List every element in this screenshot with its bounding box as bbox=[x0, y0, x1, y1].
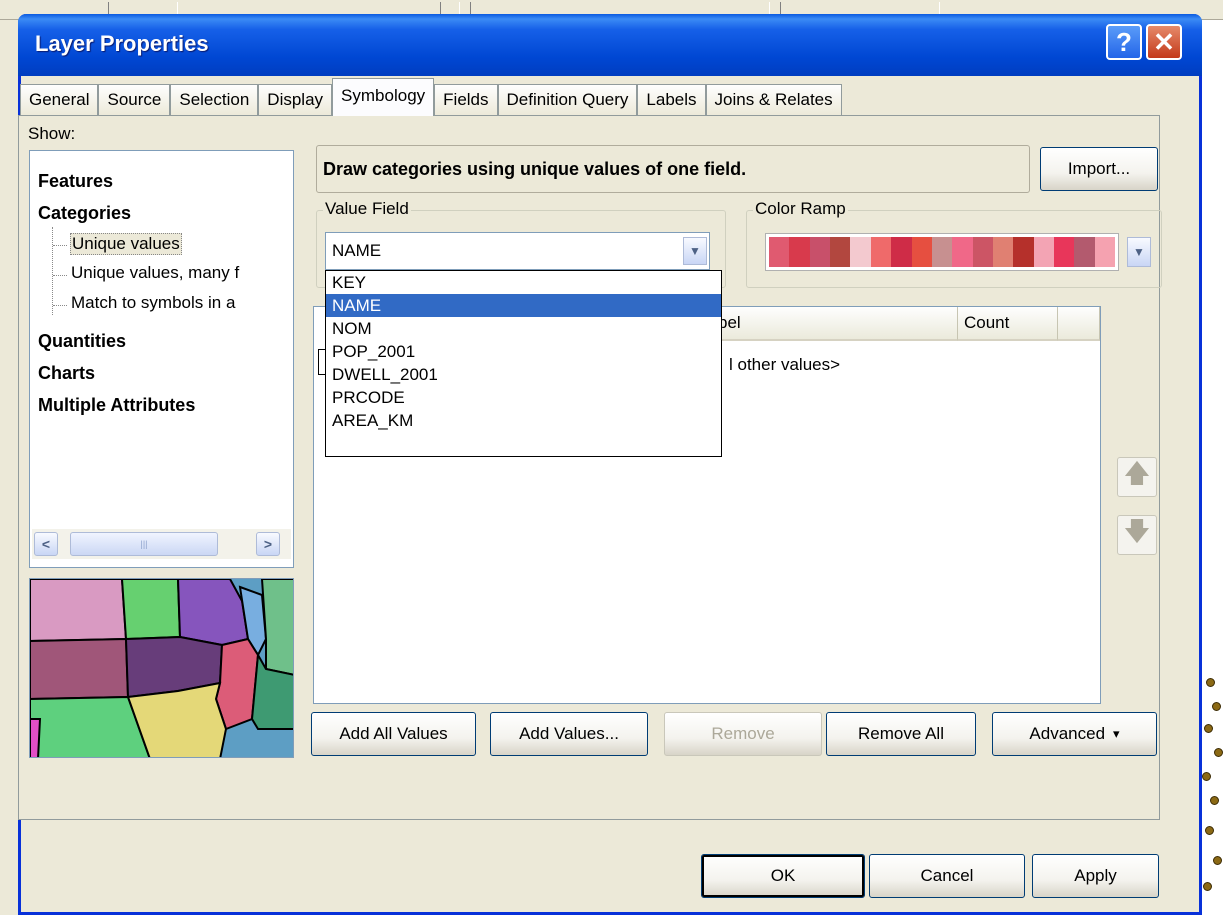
tab-selection[interactable]: Selection bbox=[170, 84, 259, 116]
dropdown-option[interactable]: DWELL_2001 bbox=[326, 363, 721, 386]
color-ramp-select[interactable]: ▼ bbox=[757, 227, 1155, 277]
window-title: Layer Properties bbox=[35, 31, 209, 56]
help-icon: ? bbox=[1116, 26, 1132, 57]
tree-connector bbox=[53, 275, 67, 276]
arrow-up-icon: 🡅 bbox=[1123, 458, 1151, 488]
chevron-down-icon: ▼ bbox=[689, 244, 701, 258]
description-text: Draw categories using unique values of o… bbox=[323, 159, 747, 179]
tree-connector bbox=[53, 245, 67, 246]
add-values-button[interactable]: Add Values... bbox=[490, 712, 648, 756]
value-field-dropdown-button[interactable]: ▼ bbox=[683, 237, 707, 265]
color-ramp-swatch bbox=[789, 237, 810, 267]
dropdown-option[interactable]: AREA_KM bbox=[326, 409, 721, 432]
tree-item-multiple-attributes[interactable]: Multiple Attributes bbox=[38, 395, 195, 416]
dropdown-option[interactable]: KEY bbox=[326, 271, 721, 294]
tree-item-features[interactable]: Features bbox=[38, 171, 113, 192]
help-button[interactable]: ? bbox=[1106, 24, 1142, 60]
color-ramp-swatch bbox=[870, 237, 892, 267]
chevron-left-icon: < bbox=[41, 536, 51, 552]
color-ramp-swatch bbox=[1074, 237, 1095, 267]
grip-icon: ||| bbox=[140, 539, 148, 549]
tab-symbology[interactable]: Symbology bbox=[332, 78, 435, 116]
chevron-down-icon: ▼ bbox=[1133, 245, 1145, 259]
color-ramp-swatch bbox=[1094, 237, 1116, 267]
tree-item-unique-values[interactable]: Unique values bbox=[70, 233, 182, 255]
color-ramp-swatches bbox=[765, 233, 1119, 271]
color-ramp-swatch bbox=[830, 237, 851, 267]
color-ramp-swatch bbox=[952, 237, 973, 267]
color-ramp-swatch bbox=[809, 237, 831, 267]
tab-joins-relates[interactable]: Joins & Relates bbox=[705, 84, 842, 116]
color-ramp-swatch bbox=[911, 237, 932, 267]
color-ramp-swatch bbox=[891, 237, 912, 267]
remove-button[interactable]: Remove bbox=[664, 712, 822, 756]
tree-item-charts[interactable]: Charts bbox=[38, 363, 95, 384]
advanced-label: Advanced bbox=[1029, 724, 1106, 743]
dropdown-option[interactable]: NAME bbox=[326, 294, 721, 317]
title-bar[interactable]: Layer Properties ? ✕ bbox=[18, 14, 1202, 76]
tree-connector bbox=[52, 227, 53, 315]
tab-display[interactable]: Display bbox=[258, 84, 333, 116]
tree-item-match-symbols[interactable]: Match to symbols in a bbox=[71, 293, 235, 313]
scroll-right-button[interactable]: > bbox=[256, 532, 280, 556]
move-down-button[interactable]: 🡇 bbox=[1117, 515, 1157, 555]
arrow-down-icon: 🡇 bbox=[1123, 516, 1151, 546]
color-ramp-label: Color Ramp bbox=[753, 199, 848, 219]
preview-map-image bbox=[30, 579, 293, 757]
cancel-button[interactable]: Cancel bbox=[869, 854, 1025, 898]
dropdown-option[interactable]: NOM bbox=[326, 317, 721, 340]
tree-item-unique-values-many[interactable]: Unique values, many f bbox=[71, 263, 239, 283]
close-button[interactable]: ✕ bbox=[1146, 24, 1182, 60]
show-tree: Features Categories Unique values Unique… bbox=[29, 150, 294, 568]
dropdown-option[interactable]: PRCODE bbox=[326, 386, 721, 409]
value-field-dropdown-list: KEY NAME NOM POP_2001 DWELL_2001 PRCODE AREA_K… bbox=[325, 270, 722, 457]
ok-button[interactable]: OK bbox=[701, 854, 865, 898]
show-label: Show: bbox=[28, 124, 76, 143]
dropdown-option[interactable]: POP_2001 bbox=[326, 340, 721, 363]
value-field-label: Value Field bbox=[323, 199, 411, 219]
chevron-right-icon: > bbox=[263, 536, 273, 552]
value-field-select[interactable]: NAME ▼ bbox=[325, 232, 710, 270]
move-up-button[interactable]: 🡅 bbox=[1117, 457, 1157, 497]
add-all-values-button[interactable]: Add All Values bbox=[311, 712, 476, 756]
color-ramp-swatch bbox=[972, 237, 993, 267]
list-item[interactable]: l other values> bbox=[729, 355, 840, 375]
symbology-preview-map bbox=[29, 578, 294, 758]
color-ramp-swatch bbox=[931, 237, 953, 267]
tab-fields[interactable]: Fields bbox=[434, 84, 498, 116]
import-button[interactable]: Import... bbox=[1040, 147, 1158, 191]
tab-labels[interactable]: Labels bbox=[637, 84, 706, 116]
tree-connector bbox=[53, 305, 67, 306]
tree-horizontal-scrollbar[interactable]: < ||| > bbox=[32, 529, 291, 559]
background-map-edge bbox=[1200, 660, 1223, 915]
column-header-count[interactable]: Count bbox=[958, 307, 1058, 341]
dropdown-arrow-icon: ▾ bbox=[1113, 726, 1120, 741]
color-ramp-dropdown-button[interactable]: ▼ bbox=[1127, 237, 1151, 267]
color-ramp-swatch bbox=[992, 237, 1014, 267]
color-ramp-swatch bbox=[1013, 237, 1034, 267]
advanced-button[interactable]: Advanced ▾ bbox=[992, 712, 1157, 756]
column-header-label[interactable]: bel bbox=[712, 307, 958, 341]
value-field-selected: NAME bbox=[332, 241, 382, 260]
apply-button[interactable]: Apply bbox=[1032, 854, 1159, 898]
scroll-thumb[interactable]: ||| bbox=[70, 532, 218, 556]
column-header-filler bbox=[1058, 307, 1100, 341]
tree-item-quantities[interactable]: Quantities bbox=[38, 331, 126, 352]
tree-item-categories[interactable]: Categories bbox=[38, 203, 131, 224]
remove-all-button[interactable]: Remove All bbox=[826, 712, 976, 756]
color-ramp-swatch bbox=[850, 237, 871, 267]
close-icon: ✕ bbox=[1153, 26, 1175, 57]
color-ramp-swatch bbox=[769, 237, 790, 267]
scroll-left-button[interactable]: < bbox=[34, 532, 58, 556]
tab-general[interactable]: General bbox=[20, 84, 99, 116]
tab-definition-query[interactable]: Definition Query bbox=[497, 84, 638, 116]
tab-strip: General Source Selection Display Symbolo… bbox=[20, 78, 842, 116]
background-left-edge bbox=[0, 20, 18, 915]
color-ramp-swatch bbox=[1033, 237, 1055, 267]
color-ramp-swatch bbox=[1054, 237, 1075, 267]
renderer-description: Draw categories using unique values of o… bbox=[316, 145, 1030, 193]
tab-source[interactable]: Source bbox=[98, 84, 171, 116]
